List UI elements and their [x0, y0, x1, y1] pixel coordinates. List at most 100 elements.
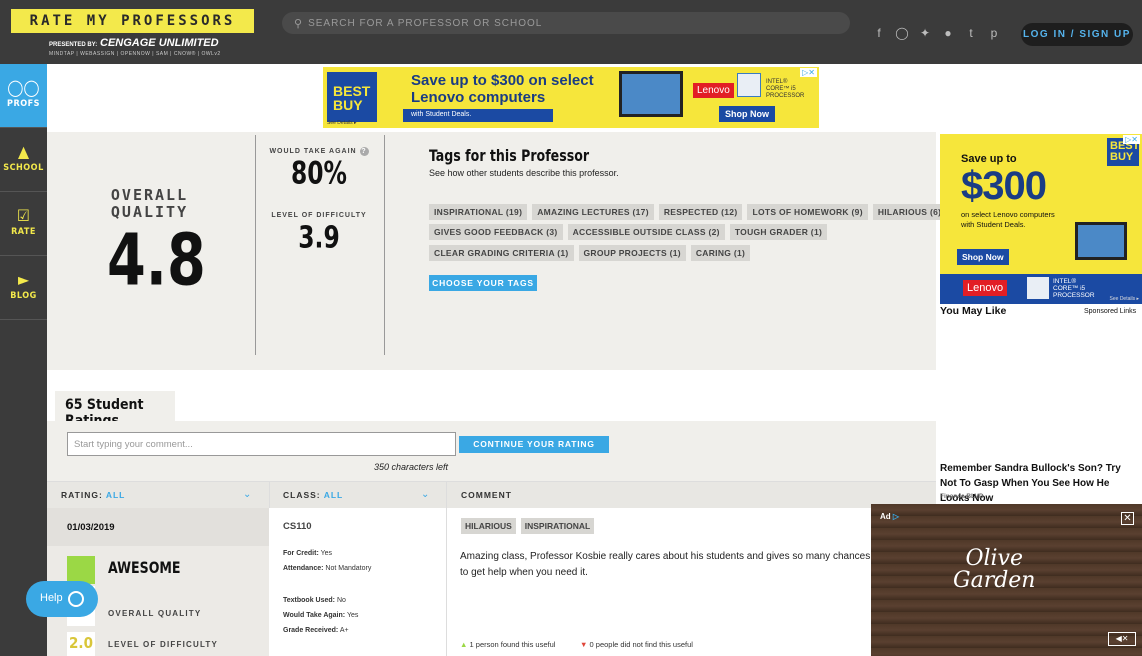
ad-amount: $300: [961, 164, 1047, 208]
pinterest-icon[interactable]: p: [987, 26, 1001, 40]
top-banner-ad[interactable]: BEST BUY Save up to $300 on select Lenov…: [323, 67, 819, 128]
sidebar-item-rate[interactable]: ☑ RATE: [0, 192, 47, 256]
chevron-down-icon[interactable]: ⌄: [421, 482, 429, 508]
brand-line: Olive: [965, 546, 1024, 571]
rating-date: 01/03/2019: [47, 508, 269, 546]
characters-left: 350 characters left: [374, 462, 449, 472]
logo-wordmark: RATE MY PROFESSORS: [11, 9, 254, 33]
sidebar-item-blog[interactable]: ► BLOG: [0, 256, 47, 320]
class-filter-value: ALL: [323, 490, 344, 500]
login-signup-button[interactable]: LOG IN / SIGN UP: [1021, 23, 1133, 46]
help-question-icon[interactable]: ?: [359, 147, 369, 156]
sidebar-item-profs[interactable]: ◯◯ PROFS: [0, 64, 47, 128]
meta-value: Yes: [346, 612, 359, 619]
sidebar-item-school[interactable]: ▲ SCHOOL: [0, 128, 47, 192]
help-label: Help: [40, 592, 63, 604]
overall-quality-score: 4.8: [107, 218, 206, 302]
shop-now-button[interactable]: Shop Now: [957, 249, 1009, 265]
meta-label: For Credit:: [283, 550, 319, 557]
meta-label: Attendance:: [283, 565, 324, 572]
panel-divider: [255, 135, 256, 355]
best-buy-logo: BEST BUY: [327, 72, 377, 122]
sponsored-links-label[interactable]: Sponsored Links: [1084, 308, 1136, 315]
intel-logo: [737, 73, 761, 97]
would-take-again: Would Take Again: Yes: [283, 612, 358, 619]
twitter-icon[interactable]: ✦: [918, 26, 932, 40]
for-credit: For Credit: Yes: [283, 550, 332, 557]
ad-description: on select Lenovo computers with Student …: [961, 210, 1055, 230]
not-helpful-count: 0 people did not find this useful: [589, 640, 693, 649]
mute-icon[interactable]: ◀✕: [1108, 632, 1136, 646]
help-search-icon: [68, 591, 84, 607]
graduation-cap-icon: ▲: [17, 142, 30, 161]
sidebar-item-label: PROFS: [7, 99, 40, 109]
textbook-used: Textbook Used: No: [283, 597, 346, 604]
class-filter[interactable]: CLASS: ALL: [283, 482, 343, 509]
search-icon: ⚲: [294, 17, 303, 30]
would-take-again-value: 80%: [291, 156, 347, 192]
ad-label: Ad ▷: [880, 512, 899, 521]
tumblr-icon[interactable]: t: [964, 26, 978, 40]
intel-text: INTEL® CORE™ i5 PROCESSOR: [766, 79, 805, 99]
chevron-down-icon[interactable]: ⌄: [243, 482, 251, 508]
lenovo-logo: Lenovo: [963, 280, 1008, 296]
see-details-link[interactable]: See Details ▸: [1110, 296, 1139, 302]
brand-line: Garden: [953, 568, 1036, 593]
logo-partner: CENGAGE UNLIMITED: [100, 37, 219, 49]
tag-row: CLEAR GRADING CRITERIA (1) GROUP PROJECT…: [429, 245, 751, 261]
comment-tags: HILARIOUS INSPIRATIONAL: [461, 518, 595, 534]
professor-tag: RESPECTED (12): [658, 204, 743, 220]
intel-logo: [1027, 277, 1049, 299]
help-button[interactable]: Help: [26, 581, 98, 617]
tag-row: INSPIRATIONAL (19) AMAZING LECTURES (17)…: [429, 204, 947, 220]
search-bar[interactable]: ⚲: [282, 12, 850, 34]
adchoices-icon[interactable]: ▷✕: [800, 68, 817, 77]
ad-subline: with Student Deals.: [403, 109, 553, 122]
snapchat-icon[interactable]: ●: [941, 26, 955, 40]
ad-desc-line: with Student Deals.: [961, 220, 1026, 229]
choose-tags-button[interactable]: CHOOSE YOUR TAGS: [429, 275, 537, 291]
meta-label: Textbook Used:: [283, 597, 335, 604]
close-icon[interactable]: ✕: [1121, 512, 1134, 525]
meta-label: Would Take Again:: [283, 612, 346, 619]
rating-word: AWESOME: [108, 559, 181, 578]
not-helpful-vote[interactable]: ▼ 0 people did not find this useful: [580, 640, 693, 649]
facebook-icon[interactable]: f: [872, 26, 886, 40]
helpful-vote[interactable]: ▲ 1 person found this useful: [460, 640, 555, 649]
professor-tag: INSPIRATIONAL (19): [429, 204, 528, 220]
search-input[interactable]: [308, 17, 829, 29]
logo-sponsor: PRESENTED BY: CENGAGE UNLIMITED MINDTAP …: [11, 33, 254, 59]
see-details-link[interactable]: See Details ▸: [327, 120, 356, 126]
comment-tag: HILARIOUS: [461, 518, 516, 534]
thumbs-down-icon[interactable]: ▼: [580, 640, 587, 649]
megaphone-icon: ►: [17, 270, 30, 289]
would-take-again-label-text: WOULD TAKE AGAIN: [269, 148, 357, 155]
top-navigation-bar: RATE MY PROFESSORS PRESENTED BY: CENGAGE…: [0, 0, 1142, 64]
student-ratings-tab[interactable]: 65 Student Ratings: [55, 391, 175, 429]
rating-filter[interactable]: RATING: ALL: [61, 482, 125, 509]
rating-filter-label: RATING:: [61, 490, 103, 500]
meta-value: Yes: [320, 550, 333, 557]
ad-label-text: Ad: [880, 512, 891, 521]
rating-filter-value: ALL: [105, 490, 126, 500]
sidebar-item-label: RATE: [11, 227, 36, 237]
continue-rating-button[interactable]: CONTINUE YOUR RATING: [459, 436, 609, 453]
laptop-image: [1075, 222, 1127, 260]
class-filter-label: CLASS:: [283, 490, 321, 500]
right-sidebar-ad[interactable]: BEST BUY Save up to $300 on select Lenov…: [940, 134, 1142, 304]
video-ad-player[interactable]: Ad ▷ ✕ Olive Garden ◀✕: [871, 504, 1142, 656]
rmp-logo[interactable]: RATE MY PROFESSORS PRESENTED BY: CENGAGE…: [11, 9, 254, 59]
ad-desc-line: on select Lenovo computers: [961, 210, 1055, 219]
instagram-icon[interactable]: ◯: [895, 26, 909, 40]
checklist-icon: ☑: [17, 206, 30, 225]
shop-now-button[interactable]: Shop Now: [719, 106, 775, 122]
logo-small-print: MINDTAP | WEBASSIGN | OPENNOW | SAM | CN…: [49, 51, 221, 57]
thumbs-up-icon[interactable]: ▲: [460, 640, 467, 649]
adchoices-icon[interactable]: ▷: [893, 512, 899, 521]
column-divider: [446, 481, 447, 656]
comment-input[interactable]: [67, 432, 456, 456]
course-code: CS110: [283, 521, 312, 532]
meta-label: Grade Received:: [283, 627, 339, 634]
lenovo-logo: Lenovo: [693, 83, 734, 98]
adchoices-icon[interactable]: ▷✕: [1123, 135, 1140, 144]
